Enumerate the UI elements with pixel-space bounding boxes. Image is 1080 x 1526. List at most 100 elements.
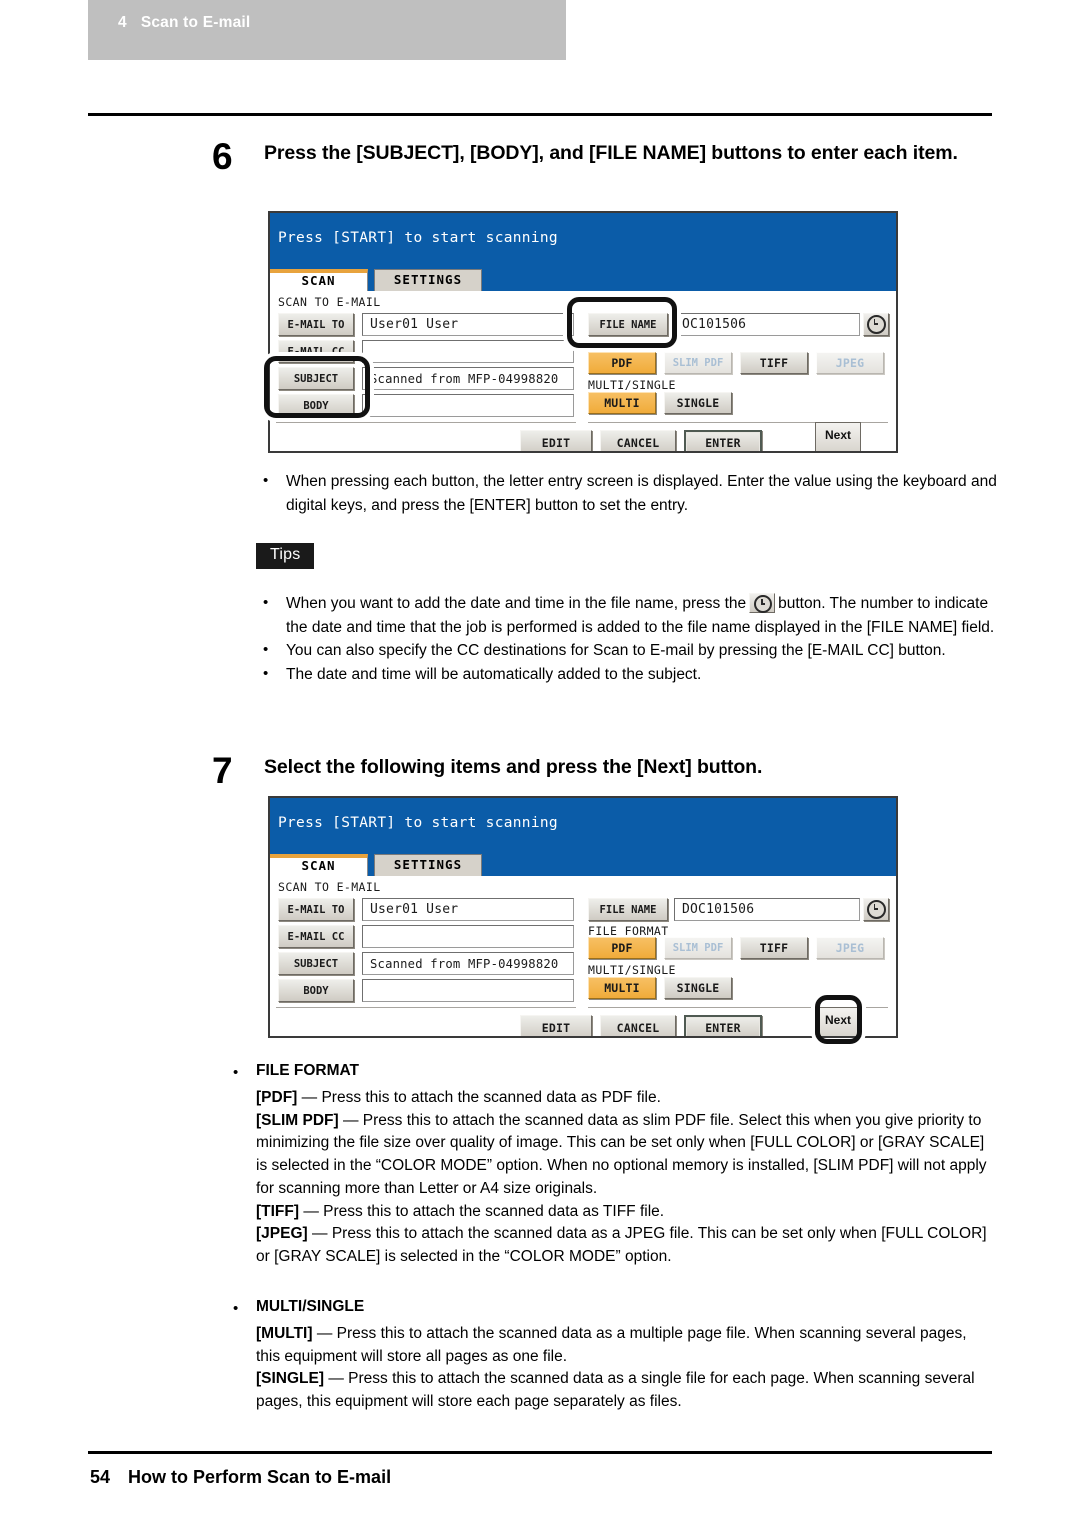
step-7-title: Select the following items and press the… <box>264 756 763 778</box>
subject-field[interactable]: Scanned from MFP-04998820 <box>362 367 574 390</box>
tips-list: • When you want to add the date and time… <box>258 592 998 686</box>
file-format-pdf-button[interactable]: PDF <box>588 352 656 374</box>
term-single: [SINGLE] <box>256 1370 325 1388</box>
lcd-panel-step6[interactable]: Press [START] to start scanning SCAN SET… <box>268 211 898 453</box>
multi-button[interactable]: MULTI <box>588 977 656 999</box>
subject-field[interactable]: Scanned from MFP-04998820 <box>362 952 574 975</box>
multi-single-heading: MULTI/SINGLE <box>256 1298 365 1315</box>
single-button[interactable]: SINGLE <box>664 392 732 414</box>
tab-scan[interactable]: SCAN <box>270 269 368 291</box>
edit-button[interactable]: EDIT <box>520 1015 592 1036</box>
date-time-stamp-button[interactable] <box>863 898 889 921</box>
email-to-field[interactable]: User01 User <box>362 898 574 921</box>
body-field[interactable] <box>362 979 574 1002</box>
dash: — <box>297 1088 322 1106</box>
email-cc-button[interactable]: E-MAIL CC <box>278 340 354 363</box>
email-cc-button[interactable]: E-MAIL CC <box>278 925 354 948</box>
chapter-band-label: 4 Scan to E-mail <box>118 14 250 32</box>
file-name-button[interactable]: FILE NAME <box>588 313 668 336</box>
step-6-number: 6 <box>212 136 233 177</box>
lcd-status-bar: Press [START] to start scanning <box>270 213 896 269</box>
dash: — <box>312 1324 337 1342</box>
footer-section-title: How to Perform Scan to E-mail <box>128 1467 392 1487</box>
subject-button[interactable]: SUBJECT <box>278 952 354 975</box>
file-format-pdf-button[interactable]: PDF <box>588 937 656 959</box>
file-format-jpeg-button[interactable]: JPEG <box>816 937 884 959</box>
subject-button[interactable]: SUBJECT <box>278 367 354 390</box>
lcd-status-text: Press [START] to start scanning <box>278 230 558 246</box>
chapter-number: 4 <box>118 14 127 31</box>
multi-button[interactable]: MULTI <box>588 392 656 414</box>
description-paragraph: [PDF] — Press this to attach the scanned… <box>228 1087 988 1110</box>
multi-single-label: MULTI/SINGLE <box>588 378 676 392</box>
list-item: • When pressing each button, the letter … <box>258 470 998 517</box>
description-paragraph: [MULTI] — Press this to attach the scann… <box>228 1323 988 1369</box>
footer: 54 How to Perform Scan to E-mail <box>90 1467 391 1488</box>
description-heading-row: • MULTI/SINGLE <box>228 1298 988 1321</box>
email-to-field[interactable]: User01 User <box>362 313 574 336</box>
file-name-field[interactable]: OC101506 <box>674 313 860 336</box>
single-button[interactable]: SINGLE <box>664 977 732 999</box>
clock-icon <box>749 593 776 613</box>
tips-item-3: The date and time will be automatically … <box>286 665 702 683</box>
lcd-panel-step7[interactable]: Press [START] to start scanning SCAN SET… <box>268 796 898 1038</box>
email-cc-field[interactable] <box>362 340 574 363</box>
lcd-status-bar: Press [START] to start scanning <box>270 798 896 854</box>
edit-button[interactable]: EDIT <box>520 430 592 451</box>
file-format-tiff-button[interactable]: TIFF <box>740 352 808 374</box>
file-format-slim-pdf-button[interactable]: SLIM PDF <box>664 937 732 959</box>
file-format-slim-pdf-button[interactable]: SLIM PDF <box>664 352 732 374</box>
file-name-field[interactable]: DOC101506 <box>674 898 860 921</box>
tips-tag: Tips <box>256 543 315 569</box>
tab-scan[interactable]: SCAN <box>270 854 368 876</box>
list-item: • When you want to add the date and time… <box>258 592 998 639</box>
body-button[interactable]: BODY <box>278 979 354 1002</box>
bullet-marker: • <box>233 1064 239 1081</box>
lcd-body: SCAN TO E-MAIL E-MAIL TO E-MAIL CC SUBJE… <box>270 291 896 451</box>
step6-note-text: When pressing each button, the letter en… <box>286 473 997 514</box>
tab-settings[interactable]: SETTINGS <box>374 854 482 876</box>
body-button[interactable]: BODY <box>278 394 354 417</box>
body-multi: Press this to attach the scanned data as… <box>256 1324 967 1365</box>
body-field[interactable] <box>362 394 574 417</box>
body-jpeg: Press this to attach the scanned data as… <box>256 1225 987 1266</box>
email-to-button[interactable]: E-MAIL TO <box>278 898 354 921</box>
dash: — <box>307 1225 332 1243</box>
file-name-button[interactable]: FILE NAME <box>588 898 668 921</box>
lcd-tab-strip: SCAN SETTINGS <box>270 854 896 876</box>
next-button[interactable]: Next <box>815 422 861 451</box>
description-paragraph: [TIFF] — Press this to attach the scanne… <box>228 1201 988 1224</box>
lcd-divider-left <box>276 1007 576 1008</box>
list-item: • The date and time will be automaticall… <box>258 663 998 687</box>
email-to-button[interactable]: E-MAIL TO <box>278 313 354 336</box>
file-format-jpeg-button[interactable]: JPEG <box>816 352 884 374</box>
body-tiff: Press this to attach the scanned data as… <box>323 1202 665 1220</box>
bullet-marker: • <box>263 594 269 611</box>
date-time-stamp-button[interactable] <box>863 313 889 336</box>
cancel-button[interactable]: CANCEL <box>600 430 676 451</box>
email-cc-field[interactable] <box>362 925 574 948</box>
body-single: Press this to attach the scanned data as… <box>256 1370 975 1411</box>
description-file-format: • FILE FORMAT [PDF] — Press this to atta… <box>228 1062 988 1269</box>
lcd-section-label: SCAN TO E-MAIL <box>278 295 381 309</box>
file-format-tiff-button[interactable]: TIFF <box>740 937 808 959</box>
cancel-button[interactable]: CANCEL <box>600 1015 676 1036</box>
chapter-band: 4 Scan to E-mail <box>88 0 566 60</box>
step-6-title: Press the [SUBJECT], [BODY], and [FILE N… <box>264 142 958 164</box>
tab-settings[interactable]: SETTINGS <box>374 269 482 291</box>
bullet-marker: • <box>233 1300 239 1317</box>
description-paragraph: [SLIM PDF] — Press this to attach the sc… <box>228 1110 988 1201</box>
lcd-tab-strip: SCAN SETTINGS <box>270 269 896 291</box>
enter-button[interactable]: ENTER <box>684 430 762 451</box>
term-slim-pdf: [SLIM PDF] <box>256 1111 339 1129</box>
next-button[interactable]: Next <box>815 1007 861 1036</box>
tips-item-1-before: When you want to add the date and time i… <box>286 595 747 612</box>
list-item: • You can also specify the CC destinatio… <box>258 639 998 663</box>
dash: — <box>324 1370 349 1388</box>
clock-icon <box>866 900 886 919</box>
term-tiff: [TIFF] <box>256 1202 300 1220</box>
body-slim-pdf: Press this to attach the scanned data as… <box>256 1111 987 1197</box>
enter-button[interactable]: ENTER <box>684 1015 762 1036</box>
footer-rule <box>88 1451 992 1454</box>
dash: — <box>299 1202 324 1220</box>
